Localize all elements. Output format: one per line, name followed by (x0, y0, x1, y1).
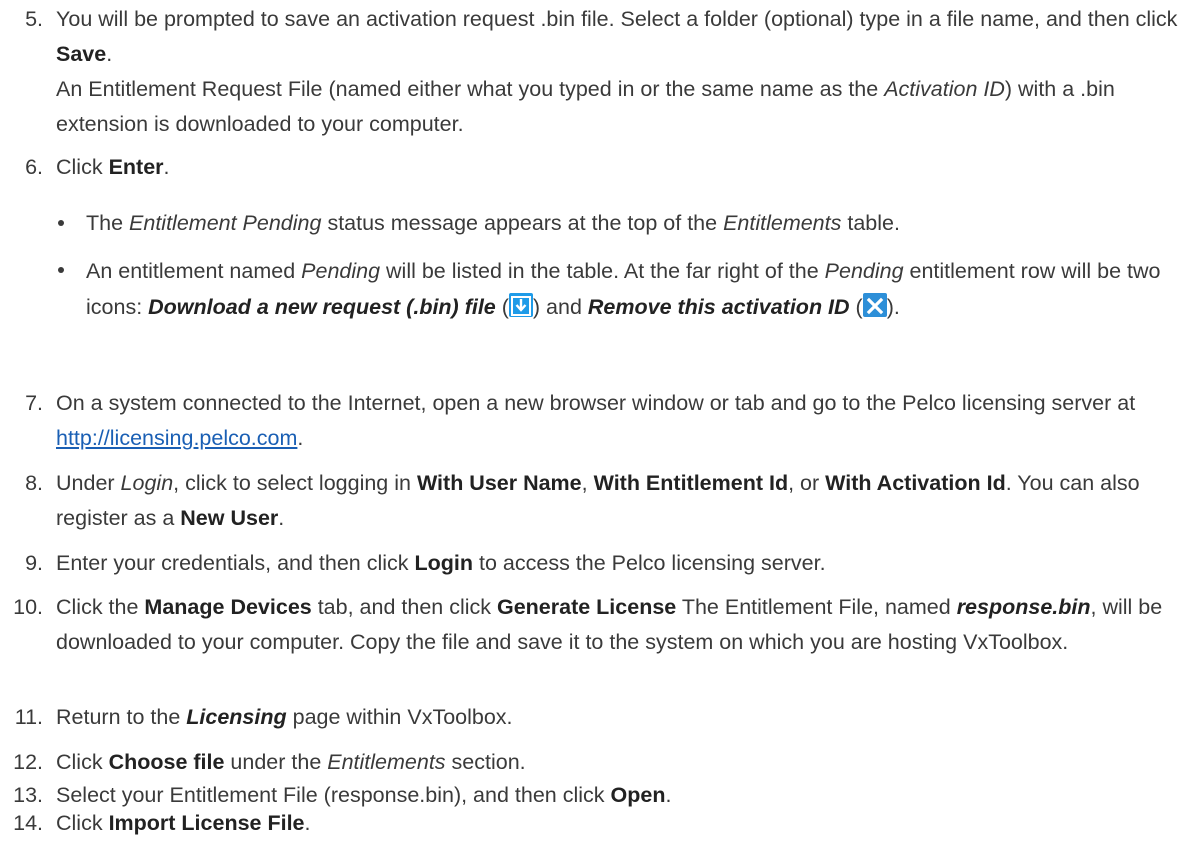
term-pending: Pending (824, 259, 904, 283)
ui-term-with-entitlement-id: With Entitlement Id (593, 471, 789, 495)
text: The (86, 211, 130, 235)
step-6-bullets: The Entitlement Pending status message a… (56, 206, 1180, 325)
step-body: Click Enter. (56, 150, 1180, 185)
term-entitlement-pending: Entitlement Pending (129, 211, 322, 235)
step-paragraph: You will be prompted to save an activati… (56, 2, 1180, 72)
term-licensing: Licensing (186, 705, 287, 729)
step-number: 14. (13, 811, 43, 835)
text: ) and (532, 295, 588, 319)
ui-term-manage-devices: Manage Devices (144, 595, 312, 619)
bullet-item: The Entitlement Pending status message a… (56, 206, 1180, 241)
text: Return to the (56, 705, 187, 729)
term-pending: Pending (301, 259, 381, 283)
text: Click (56, 750, 109, 774)
step-body: Enter your credentials, and then click L… (56, 546, 1180, 581)
step-body: Click the Manage Devices tab, and then c… (56, 590, 1180, 660)
text: ). (886, 295, 900, 319)
term-entitlements: Entitlements (327, 750, 446, 774)
term-response-bin: response.bin (956, 595, 1091, 619)
step-number: 9. (25, 551, 43, 575)
ui-term-enter: Enter (108, 155, 164, 179)
ui-term-login: Login (414, 551, 474, 575)
text: Click the (56, 595, 145, 619)
bullet-dot (58, 220, 64, 226)
text: An entitlement named (86, 259, 302, 283)
close-icon (862, 293, 887, 317)
text: to access the Pelco licensing server. (473, 551, 826, 575)
text: ( (849, 295, 863, 319)
text: . (297, 426, 304, 450)
text: . (304, 811, 311, 835)
text: tab, and then click (311, 595, 497, 619)
step-body: Under Login, click to select logging in … (56, 466, 1180, 536)
text: table. (841, 211, 900, 235)
text: An Entitlement Request File (named eithe… (56, 77, 885, 101)
text: , click to select logging in (173, 471, 417, 495)
text: , (581, 471, 594, 495)
text: will be listed in the table. At the far … (380, 259, 825, 283)
term-entitlements: Entitlements (723, 211, 842, 235)
step-body: Click Choose file under the Entitlements… (56, 745, 1180, 780)
ui-term-import-license-file: Import License File (108, 811, 305, 835)
step-number: 12. (13, 750, 43, 774)
step-body: Click Import License File. (56, 806, 1180, 841)
step-number: 10. (13, 595, 43, 619)
ui-term-new-user: New User (180, 506, 279, 530)
text: section. (445, 750, 526, 774)
term-activation-id: Activation ID (884, 77, 1005, 101)
step-body: You will be prompted to save an activati… (56, 2, 1180, 142)
text: page within VxToolbox. (286, 705, 513, 729)
term-download-request: Download a new request (.bin) file (148, 295, 496, 319)
ui-term-with-activation-id: With Activation Id (825, 471, 1006, 495)
step-body: Return to the Licensing page within VxTo… (56, 700, 1180, 735)
text: Enter your credentials, and then click (56, 551, 415, 575)
text: The Entitlement File, named (676, 595, 957, 619)
ui-term-save: Save (56, 42, 107, 66)
text: . (665, 783, 672, 807)
step-number: 11. (14, 705, 43, 729)
step-paragraph: An Entitlement Request File (named eithe… (56, 72, 1180, 142)
ui-term-generate-license: Generate License (496, 595, 677, 619)
text: Select your Entitlement File (response.b… (56, 783, 611, 807)
ui-term-choose-file: Choose file (108, 750, 225, 774)
step-number: 8. (25, 471, 43, 495)
term-login: Login (120, 471, 174, 495)
step-number: 7. (25, 391, 43, 415)
step-number: 5. (25, 7, 43, 31)
text: status message appears at the top of the (321, 211, 724, 235)
text: Under (56, 471, 121, 495)
text: . (106, 42, 113, 66)
text: ( (495, 295, 509, 319)
text: . (278, 506, 285, 530)
bullet-item: An entitlement named Pending will be lis… (56, 253, 1180, 325)
bullet-dot (58, 267, 64, 273)
text: Click (56, 811, 109, 835)
text: Click (56, 155, 109, 179)
text: You will be prompted to save an activati… (56, 7, 1178, 31)
text: , or (788, 471, 826, 495)
term-remove-activation: Remove this activation ID (587, 295, 850, 319)
text: On a system connected to the Internet, o… (56, 391, 1136, 415)
licensing-server-link[interactable]: http://licensing.pelco.com (56, 426, 297, 450)
ui-term-with-user-name: With User Name (416, 471, 582, 495)
text: under the (224, 750, 328, 774)
ui-term-open: Open (610, 783, 666, 807)
step-body: On a system connected to the Internet, o… (56, 386, 1180, 456)
download-icon (508, 293, 533, 317)
text: . (163, 155, 170, 179)
step-number: 6. (25, 155, 43, 179)
